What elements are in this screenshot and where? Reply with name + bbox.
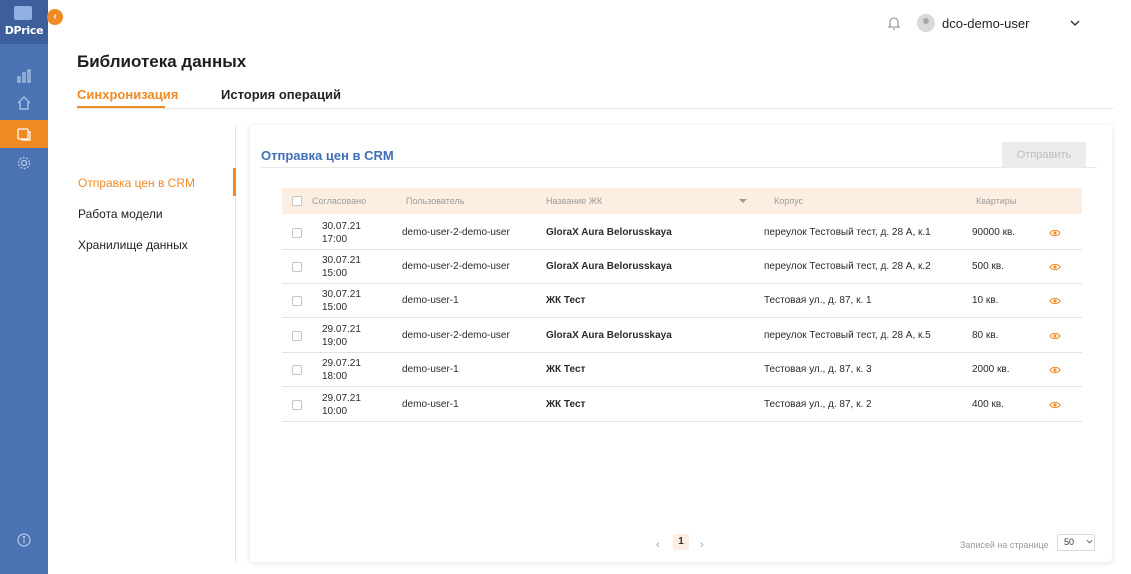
- row-date: 29.07.21: [322, 393, 361, 404]
- row-building: Тестовая ул., д. 87, к. 2: [764, 399, 872, 410]
- tab-sync[interactable]: Синхронизация: [77, 87, 178, 102]
- row-checkbox[interactable]: [292, 262, 302, 272]
- row-building: Тестовая ул., д. 87, к. 3: [764, 364, 872, 375]
- info-icon[interactable]: [0, 526, 48, 554]
- column-header-building[interactable]: Корпус: [774, 196, 803, 206]
- card-title-divider: [261, 167, 1097, 168]
- send-button[interactable]: Отправить: [1002, 142, 1086, 168]
- row-flats: 400 кв.: [972, 399, 1004, 410]
- row-complex: GloraX Aura Belorusskaya: [546, 227, 672, 238]
- tab-history[interactable]: История операций: [221, 87, 341, 102]
- page-title: Библиотека данных: [77, 52, 247, 71]
- column-header-user[interactable]: Пользователь: [406, 196, 464, 206]
- row-time: 10:00: [322, 406, 348, 417]
- settings-icon[interactable]: [0, 149, 48, 177]
- column-header-flats[interactable]: Квартиры: [976, 196, 1016, 206]
- app-logo[interactable]: DPrice: [0, 0, 48, 44]
- chart-icon[interactable]: [0, 62, 48, 90]
- row-flats: 90000 кв.: [972, 227, 1016, 238]
- row-time: 18:00: [322, 371, 348, 382]
- row-date: 30.07.21: [322, 221, 361, 232]
- row-time: 17:00: [322, 234, 348, 245]
- side-menu-active-indicator: [233, 168, 236, 196]
- row-date: 30.07.21: [322, 255, 361, 266]
- row-user: demo-user-1: [402, 399, 459, 410]
- pagination-prev[interactable]: ‹: [656, 539, 660, 551]
- row-user: demo-user-2-demo-user: [402, 261, 510, 272]
- avatar[interactable]: [917, 14, 935, 32]
- row-checkbox[interactable]: [292, 365, 302, 375]
- side-menu-item-storage[interactable]: Хранилище данных: [78, 238, 188, 252]
- data-library-icon[interactable]: [0, 120, 48, 148]
- row-time: 15:00: [322, 268, 348, 279]
- column-header-complex[interactable]: Название ЖК: [546, 196, 602, 206]
- row-checkbox[interactable]: [292, 331, 302, 341]
- row-complex: ЖК Тест: [546, 364, 586, 375]
- row-building: переулок Тестовый тест, д. 28 А, к.1: [764, 227, 931, 238]
- row-complex: ЖК Тест: [546, 399, 586, 410]
- bell-icon[interactable]: [886, 15, 902, 31]
- table-row[interactable]: 30.07.21 17:00 demo-user-2-demo-user GloraX…: [282, 216, 1082, 250]
- table-row[interactable]: 30.07.21 15:00 demo-user-2-demo-user GloraX…: [282, 250, 1082, 284]
- chevron-down-icon: [1086, 539, 1093, 544]
- row-user: demo-user-2-demo-user: [402, 227, 510, 238]
- home-icon[interactable]: [0, 89, 48, 117]
- select-all-checkbox[interactable]: [292, 196, 302, 206]
- row-date: 29.07.21: [322, 358, 361, 369]
- eye-icon[interactable]: [1049, 331, 1061, 341]
- row-date: 29.07.21: [322, 324, 361, 335]
- send-prices-card: Отправка цен в CRM Отправить Согласовано…: [250, 125, 1112, 562]
- row-time: 19:00: [322, 337, 348, 348]
- row-time: 15:00: [322, 302, 348, 313]
- table-header: Согласовано Пользователь Название ЖК Кор…: [282, 188, 1082, 214]
- username[interactable]: dco-demo-user: [942, 16, 1029, 31]
- table-row[interactable]: 29.07.21 19:00 demo-user-2-demo-user GloraX…: [282, 319, 1082, 353]
- side-menu-item-send-prices[interactable]: Отправка цен в CRM: [78, 176, 195, 190]
- row-user: demo-user-1: [402, 295, 459, 306]
- table-row[interactable]: 29.07.21 18:00 demo-user-1 ЖК Тест Тестовая …: [282, 353, 1082, 387]
- filter-icon[interactable]: [738, 196, 748, 206]
- eye-icon[interactable]: [1049, 400, 1061, 410]
- row-building: переулок Тестовый тест, д. 28 А, к.5: [764, 330, 931, 341]
- eye-icon[interactable]: [1049, 262, 1061, 272]
- row-flats: 10 кв.: [972, 295, 999, 306]
- pagination-next[interactable]: ›: [700, 539, 704, 551]
- eye-icon[interactable]: [1049, 296, 1061, 306]
- column-header-approved[interactable]: Согласовано: [312, 196, 366, 206]
- row-flats: 500 кв.: [972, 261, 1004, 272]
- row-user: demo-user-2-demo-user: [402, 330, 510, 341]
- row-user: demo-user-1: [402, 364, 459, 375]
- per-page-select[interactable]: 50: [1057, 534, 1095, 551]
- row-checkbox[interactable]: [292, 400, 302, 410]
- per-page-value: 50: [1064, 537, 1075, 547]
- per-page-label: Записей на странице: [960, 540, 1049, 550]
- row-complex: ЖК Тест: [546, 295, 586, 306]
- logo-text: DPrice: [4, 24, 44, 37]
- row-building: Тестовая ул., д. 87, к. 1: [764, 295, 872, 306]
- pagination-page-current[interactable]: 1: [673, 534, 689, 550]
- row-checkbox[interactable]: [292, 296, 302, 306]
- eye-icon[interactable]: [1049, 365, 1061, 375]
- logo-mark: [14, 6, 32, 20]
- collapse-sidebar-button[interactable]: ‹: [47, 9, 63, 25]
- row-complex: GloraX Aura Belorusskaya: [546, 261, 672, 272]
- side-menu-item-model[interactable]: Работа модели: [78, 207, 163, 221]
- left-rail: DPrice: [0, 0, 48, 574]
- row-flats: 80 кв.: [972, 330, 999, 341]
- row-date: 30.07.21: [322, 289, 361, 300]
- row-flats: 2000 кв.: [972, 364, 1010, 375]
- eye-icon[interactable]: [1049, 228, 1061, 238]
- row-complex: GloraX Aura Belorusskaya: [546, 330, 672, 341]
- chevron-down-icon[interactable]: [1069, 18, 1081, 28]
- row-building: переулок Тестовый тест, д. 28 А, к.2: [764, 261, 931, 272]
- tabs-divider: [77, 108, 1113, 109]
- table-row[interactable]: 30.07.21 15:00 demo-user-1 ЖК Тест Тестовая …: [282, 284, 1082, 318]
- table-row[interactable]: 29.07.21 10:00 demo-user-1 ЖК Тест Тестовая …: [282, 388, 1082, 422]
- card-title: Отправка цен в CRM: [261, 148, 394, 163]
- row-checkbox[interactable]: [292, 228, 302, 238]
